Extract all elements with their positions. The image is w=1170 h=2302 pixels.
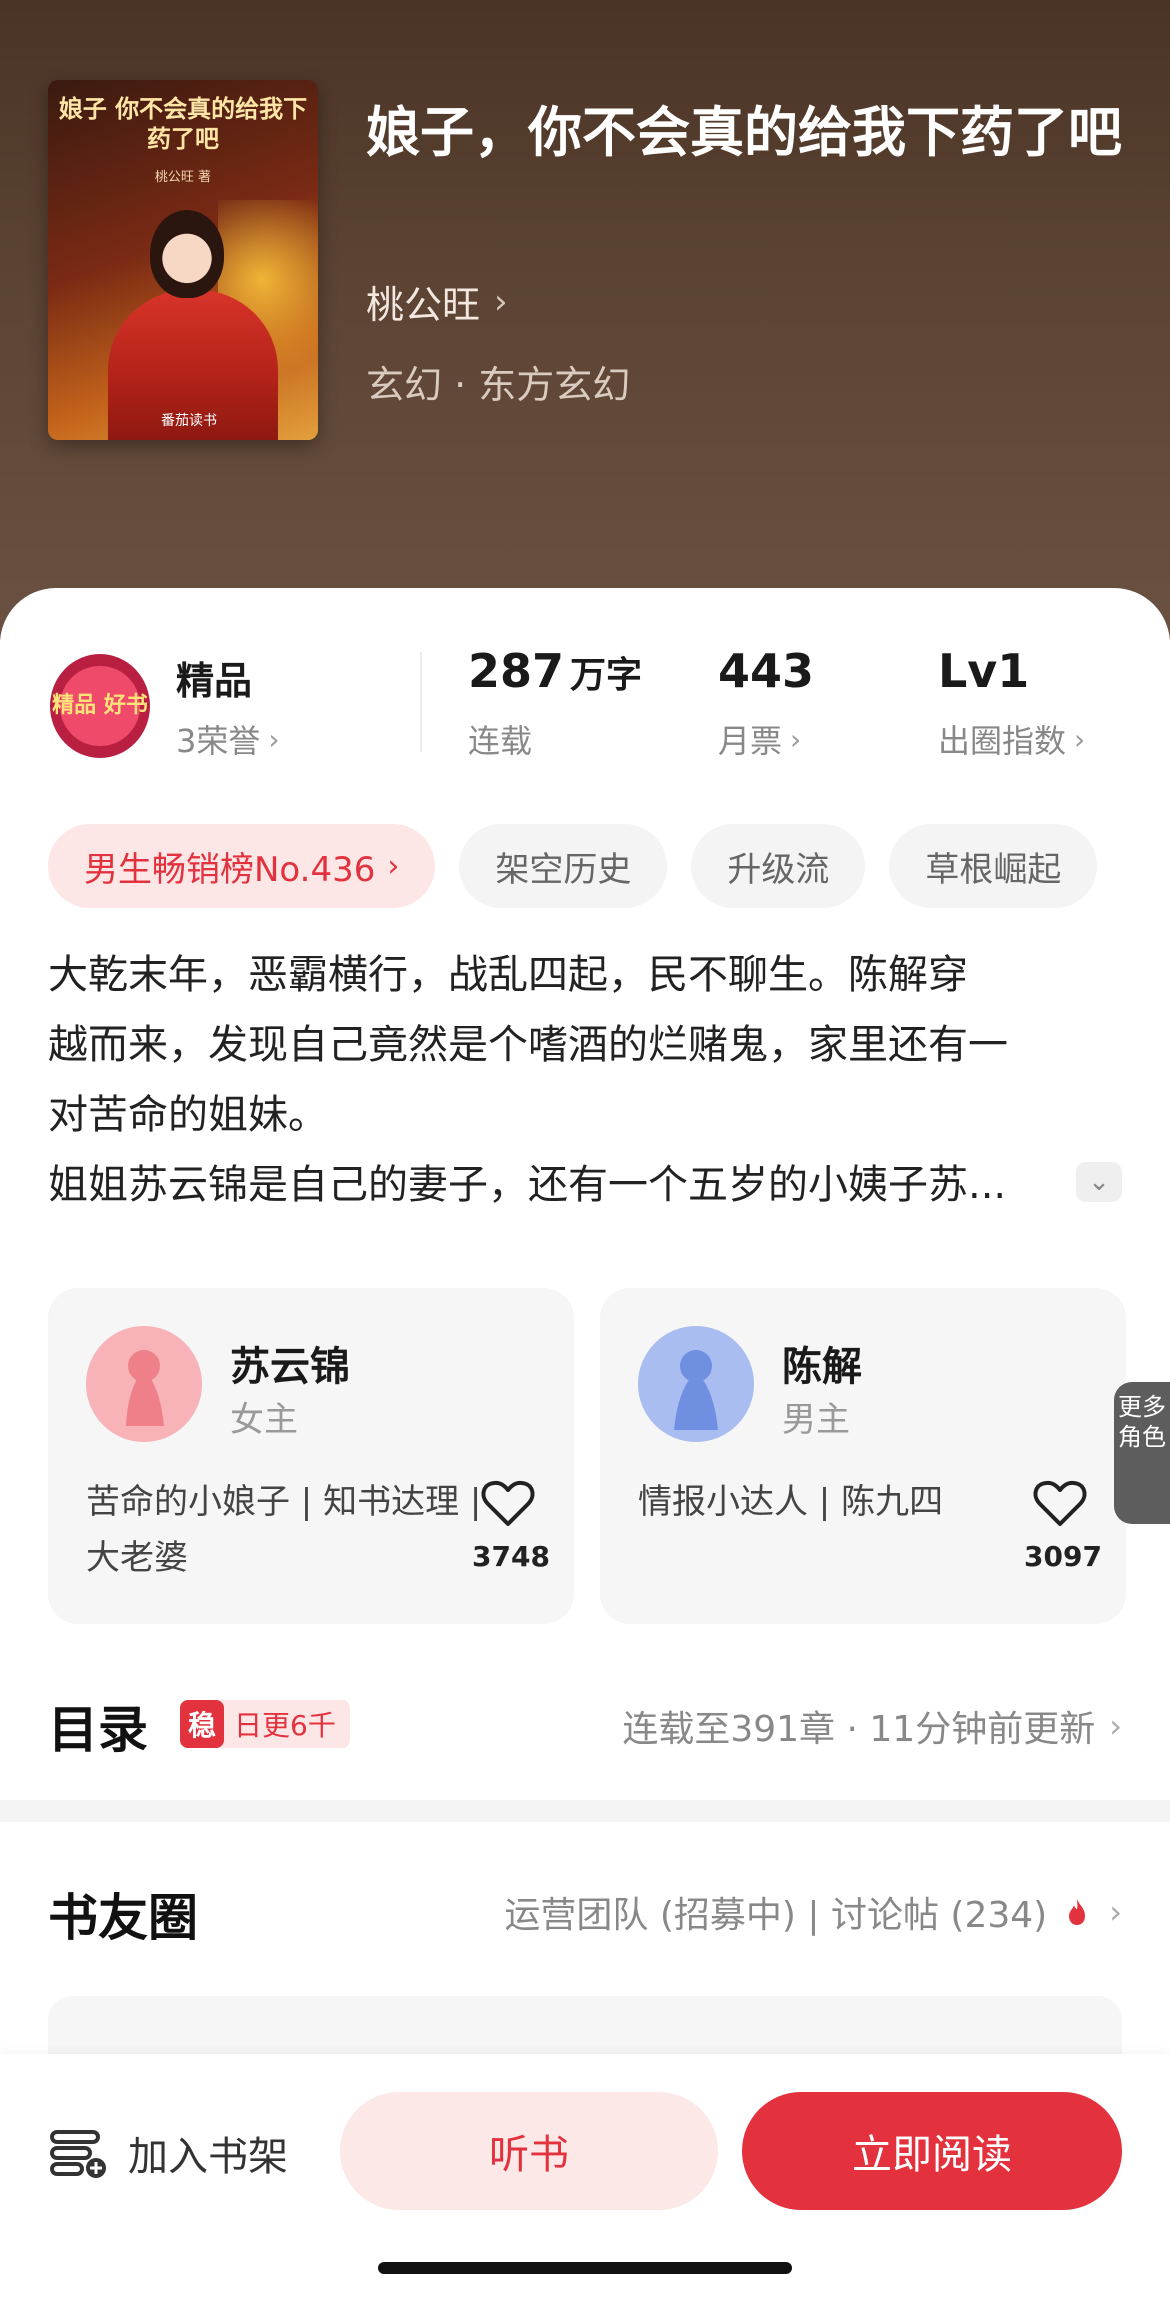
chevron-right-icon: ›	[494, 281, 508, 322]
book-header: 娘子 你不会真的给我下药了吧 桃公旺 著 番茄读书 娘子，你不会真的给我下药了吧…	[0, 0, 1170, 640]
character-avatar	[638, 1326, 754, 1442]
book-friends-status: 运营团队 (招募中) | 讨论帖 (234)	[504, 1895, 1048, 1936]
chevron-right-icon: ›	[1109, 1893, 1122, 1931]
monthly-tickets-value: 443	[718, 644, 815, 698]
character-role: 男主	[782, 1400, 850, 1440]
chevron-right-icon: ›	[1074, 722, 1086, 756]
quality-label: 精品	[176, 659, 253, 703]
honor-link[interactable]: 3荣誉 ›	[176, 716, 280, 762]
quality-emblem-icon: 精品 好书	[50, 654, 150, 758]
toc-info: 连载至391章 · 11分钟前更新 ›	[622, 1700, 1122, 1752]
home-indicator	[378, 2262, 792, 2274]
honor-count: 3荣誉	[176, 722, 261, 760]
character-card[interactable]: 陈解 男主 情报小达人 | 陈九四 3097	[600, 1288, 1126, 1624]
tag-item[interactable]: 升级流	[691, 824, 866, 908]
listen-button[interactable]: 听书	[340, 2092, 718, 2210]
ranking-tag[interactable]: 男生畅销榜No.436 ›	[48, 824, 436, 908]
update-badge-text: 日更6千	[234, 1709, 336, 1742]
word-count: 287 万字	[468, 644, 643, 698]
character-name: 苏云锦	[230, 1344, 350, 1390]
synopsis-line: 姐姐苏云锦是自己的妻子，还有一个五岁的小姨子苏...	[48, 1162, 1007, 1208]
cover-figure-head	[150, 210, 224, 298]
character-card[interactable]: 苏云锦 女主 苦命的小娘子 | 知书达理 | 大老婆 3748	[48, 1288, 574, 1624]
chevron-right-icon: ›	[790, 722, 802, 756]
cover-title: 娘子 你不会真的给我下药了吧	[58, 94, 308, 153]
chevron-right-icon: ›	[1109, 1707, 1122, 1745]
book-genre: 玄幻 · 东方玄幻	[366, 363, 631, 407]
character-desc: 苦命的小娘子 | 知书达理 | 大老婆	[86, 1482, 482, 1578]
expand-chevron-icon[interactable]: ⌄	[1076, 1162, 1122, 1202]
tag-item[interactable]: 草根崛起	[889, 824, 1098, 908]
synopsis-line: 对苦命的姐妹。	[48, 1092, 328, 1138]
heart-icon[interactable]	[480, 1478, 536, 1528]
add-to-shelf-label: 加入书架	[128, 2134, 288, 2180]
stats-row: 精品 好书 精品 3荣誉 › 287 万字 连载 443 月票 › Lv1 出圈指…	[0, 588, 1170, 788]
toc-title: 目录	[48, 1701, 148, 1759]
book-title: 娘子，你不会真的给我下药了吧	[366, 101, 1122, 164]
character-role: 女主	[230, 1400, 298, 1440]
toc-row[interactable]: 目录 稳 日更6千 连载至391章 · 11分钟前更新 ›	[48, 1690, 1122, 1760]
chevron-right-icon: ›	[387, 848, 400, 884]
serial-status: 连载	[468, 722, 533, 760]
author-name: 桃公旺	[366, 283, 481, 327]
author-link[interactable]: 桃公旺 ›	[366, 274, 508, 329]
heart-icon[interactable]	[1032, 1478, 1088, 1528]
book-friends-row[interactable]: 书友圈 运营团队 (招募中) | 讨论帖 (234) ›	[48, 1878, 1122, 1948]
synopsis[interactable]: 大乾末年，恶霸横行，战乱四起，民不聊生。陈解穿 越而来，发现自己竟然是个嗜酒的烂…	[48, 940, 1122, 1220]
cover-publisher: 番茄读书	[161, 413, 217, 429]
synopsis-line: 越而来，发现自己竟然是个嗜酒的烂赌鬼，家里还有一	[48, 1022, 1008, 1068]
character-name: 陈解	[782, 1344, 862, 1390]
read-now-button[interactable]: 立即阅读	[742, 2092, 1122, 2210]
toc-status: 连载至391章 · 11分钟前更新	[622, 1709, 1096, 1750]
chevron-right-icon: ›	[268, 722, 280, 756]
fire-icon	[1069, 1899, 1086, 1925]
popularity-index-label: 出圈指数	[938, 722, 1067, 760]
cover-author: 桃公旺 著	[154, 170, 212, 185]
synopsis-line: 大乾末年，恶霸横行，战乱四起，民不聊生。陈解穿	[48, 952, 968, 998]
book-friends-info: 运营团队 (招募中) | 讨论帖 (234) ›	[504, 1886, 1122, 1938]
character-avatar	[86, 1326, 202, 1442]
tag-item[interactable]: 架空历史	[459, 824, 668, 908]
like-count: 3748	[472, 1540, 550, 1573]
level-value: Lv1	[938, 644, 1030, 698]
like-count: 3097	[1024, 1540, 1102, 1573]
more-characters-button[interactable]: 更多角色	[1114, 1382, 1170, 1524]
add-to-shelf-button[interactable]: 加入书架	[48, 2118, 288, 2188]
tag-list: 男生畅销榜No.436 › 架空历史 升级流 草根崛起	[48, 824, 1098, 908]
book-cover[interactable]: 娘子 你不会真的给我下药了吧 桃公旺 著 番茄读书	[48, 80, 318, 440]
section-divider	[0, 1800, 1170, 1822]
detail-card: 精品 好书 精品 3荣誉 › 287 万字 连载 443 月票 › Lv1 出圈指…	[0, 588, 1170, 2302]
stats-divider	[420, 652, 422, 752]
monthly-tickets-link[interactable]: 月票 ›	[718, 716, 801, 762]
popularity-index-link[interactable]: 出圈指数 ›	[938, 716, 1085, 762]
bookshelf-add-icon	[50, 2130, 106, 2178]
character-desc: 情报小达人 | 陈九四	[638, 1482, 944, 1522]
stable-stamp-icon: 稳	[180, 1700, 224, 1748]
book-friends-title: 书友圈	[48, 1889, 198, 1947]
update-badge: 稳 日更6千	[180, 1700, 350, 1748]
monthly-tickets-label: 月票	[718, 722, 783, 760]
